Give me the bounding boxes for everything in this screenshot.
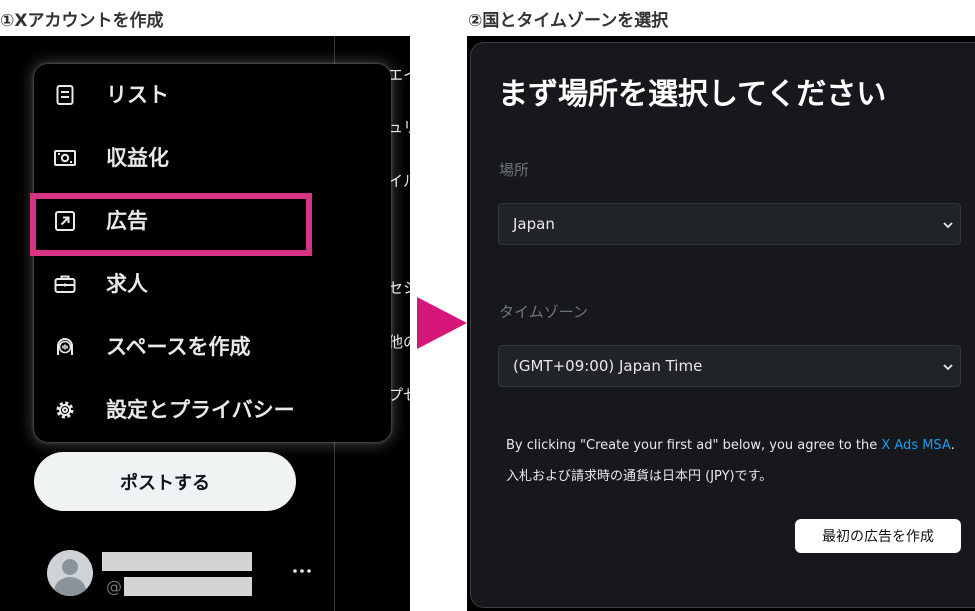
avatar-body	[54, 577, 86, 596]
menu-item-label: リスト	[106, 83, 169, 107]
background-text: 他の	[388, 333, 410, 351]
avatar[interactable]	[47, 550, 93, 596]
agreement-text-end: .	[950, 438, 955, 453]
timezone-select[interactable]: (GMT+09:00) Japan Time	[498, 345, 961, 387]
location-label: 場所	[499, 161, 530, 179]
background-text: ュリ	[388, 118, 410, 136]
menu-item-label: 設定とプライバシー	[106, 398, 295, 422]
x-app-panel: エイ ュリ イル セシ 他の プセ リスト 収益化	[0, 36, 410, 611]
ads-highlight-box	[30, 193, 312, 256]
page-title: まず場所を選択してください	[498, 77, 887, 112]
background-text: セシ	[388, 279, 410, 297]
menu-item-settings[interactable]: 設定とプライバシー	[34, 379, 391, 442]
post-button[interactable]: ポストする	[34, 452, 296, 511]
arrow-right-icon	[417, 297, 467, 349]
menu-item-label: 収益化	[106, 146, 169, 170]
menu-item-create-space[interactable]: スペースを作成	[34, 316, 391, 379]
currency-note: 入札および請求時の通貨は日本円 (JPY)です。	[506, 469, 773, 484]
location-setup-card: まず場所を選択してください 場所 Japan タイムゾーン (GMT+09:00…	[470, 42, 975, 608]
list-icon	[56, 85, 74, 105]
menu-item-jobs[interactable]: 求人	[34, 253, 391, 316]
more-options-icon[interactable]	[292, 561, 312, 581]
create-first-ad-button[interactable]: 最初の広告を作成	[795, 519, 961, 553]
step2-title: ②国とタイムゾーンを選択	[468, 11, 669, 31]
x-ads-panel: まず場所を選択してください 場所 Japan タイムゾーン (GMT+09:00…	[467, 36, 975, 611]
money-icon	[54, 150, 76, 166]
menu-item-label: スペースを作成	[106, 335, 251, 359]
chevron-down-icon	[943, 364, 953, 371]
briefcase-icon	[54, 275, 76, 293]
spaces-mic-icon	[57, 338, 73, 355]
handle-prefix: @	[106, 577, 122, 596]
gear-icon	[56, 401, 74, 419]
location-value: Japan	[513, 215, 555, 233]
menu-item-lists[interactable]: リスト	[34, 64, 391, 127]
chevron-down-icon	[943, 222, 953, 229]
msa-link[interactable]: X Ads MSA	[881, 438, 950, 453]
background-text: イル	[388, 172, 410, 190]
location-select[interactable]: Japan	[498, 203, 961, 245]
background-text: プセ	[388, 386, 410, 404]
timezone-value: (GMT+09:00) Japan Time	[513, 357, 703, 375]
display-name-redacted	[102, 552, 252, 571]
background-text: エイ	[388, 66, 410, 84]
step1-title: ①Xアカウントを作成	[0, 11, 164, 31]
timezone-label: タイムゾーン	[499, 303, 588, 321]
handle-redacted	[124, 577, 252, 596]
agreement-text: By clicking "Create your first ad" below…	[506, 438, 955, 453]
menu-item-label: 求人	[106, 272, 148, 296]
avatar-head	[62, 559, 78, 575]
agreement-text-body: By clicking "Create your first ad" below…	[506, 438, 882, 453]
menu-item-monetization[interactable]: 収益化	[34, 127, 391, 190]
